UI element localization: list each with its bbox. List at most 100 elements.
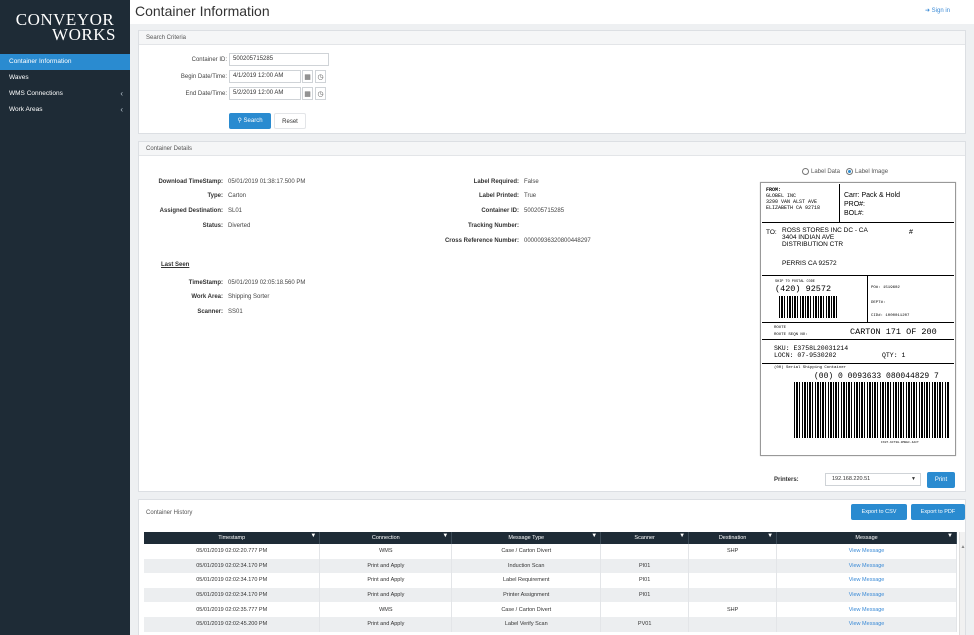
container-id-input[interactable]: 500205715285: [229, 53, 329, 66]
label-qty: QTY: 1: [882, 352, 906, 359]
cell-timestamp: 05/01/2019 02:02:34.170 PM: [144, 587, 321, 603]
export-pdf-button[interactable]: Export to PDF: [911, 504, 965, 520]
label-divider: [762, 363, 954, 364]
sidebar-item-container-information[interactable]: Container Information: [0, 54, 130, 70]
filter-icon[interactable]: ▼: [442, 533, 448, 539]
view-message-link[interactable]: View Message: [776, 602, 957, 617]
label-divider: [867, 275, 868, 322]
column-header-timestamp[interactable]: Timestamp ▼: [144, 532, 321, 544]
sign-in-label: Sign in: [931, 8, 950, 14]
begin-date-input[interactable]: 4/1/2019 12:00 AM: [229, 70, 301, 83]
cell-message-type: Label Verify Scan: [451, 616, 602, 632]
cell-connection: Print and Apply: [319, 573, 453, 588]
cell-destination: [688, 558, 778, 574]
filter-icon[interactable]: ▼: [947, 533, 953, 539]
cell-message-type: Label Requirement: [451, 573, 602, 588]
column-header-label: Message: [855, 535, 878, 541]
column-header-message[interactable]: Message ▼: [776, 532, 957, 544]
search-button[interactable]: ⚲ Search: [229, 113, 271, 129]
detail-row: Tracking Number:: [139, 222, 519, 230]
column-header-label: Timestamp: [218, 535, 246, 541]
sign-in-link[interactable]: ➜ Sign in: [925, 7, 950, 14]
conveyorworks-logo[interactable]: CONVEYOR WORKS: [0, 0, 130, 54]
detail-row: Cross Reference Number: 0000093632080044…: [139, 237, 591, 245]
label-data-radio[interactable]: Label Data: [802, 168, 840, 175]
filter-icon[interactable]: ▼: [767, 533, 773, 539]
label-image-radio[interactable]: Label Image: [846, 168, 888, 175]
sidebar-item-wms-connections[interactable]: WMS Connections ‹: [0, 86, 130, 102]
cell-destination: [688, 587, 778, 603]
search-criteria-header: Search Criteria: [139, 31, 965, 45]
label-divider: [762, 275, 954, 276]
sidebar-item-waves[interactable]: Waves: [0, 70, 130, 86]
column-header-label: Connection: [371, 535, 400, 541]
printers-label: Printers:: [774, 477, 799, 483]
filter-icon[interactable]: ▼: [679, 533, 685, 539]
radio-label: Label Image: [855, 168, 889, 175]
filter-icon[interactable]: ▼: [591, 533, 597, 539]
clock-icon[interactable]: ◷: [315, 70, 326, 83]
view-message-link[interactable]: View Message: [776, 616, 957, 632]
label-bol: BOL#:: [844, 210, 864, 217]
detail-value: 05/01/2019 02:05:18.560 PM: [228, 280, 306, 286]
table-scrollbar[interactable]: ▲: [959, 532, 965, 635]
end-date-label: End Date/Time:: [185, 91, 227, 97]
label-to-heading: TO:: [766, 229, 777, 236]
reset-button[interactable]: Reset: [274, 113, 306, 129]
column-header-label: Message Type: [508, 535, 545, 541]
label-from: FROM: GLOBEL INC 3290 VAN ALST AVE ELIZA…: [766, 187, 820, 211]
clock-icon[interactable]: ◷: [315, 87, 326, 100]
scroll-up-icon[interactable]: ▲: [960, 544, 966, 550]
begin-date-label: Begin Date/Time:: [180, 74, 227, 80]
label-city: PERRIS CA 92572: [782, 260, 837, 267]
print-button[interactable]: Print: [927, 472, 955, 488]
search-criteria-panel: Search Criteria Container ID: 5002057152…: [138, 30, 966, 134]
sscc-barcode: [794, 382, 950, 438]
label-fine-print: FX0T-6CT3H-9M0EC-4ACT: [881, 441, 919, 444]
sidebar-item-work-areas[interactable]: Work Areas ‹: [0, 102, 130, 118]
cell-connection: Print and Apply: [319, 558, 453, 574]
detail-value: Shipping Sorter: [228, 294, 270, 300]
column-header-scanner[interactable]: Scanner ▼: [600, 532, 690, 544]
detail-row: Label Required: False: [139, 178, 539, 186]
detail-key: Label Required:: [473, 179, 519, 185]
end-date-input[interactable]: 5/2/2019 12:00 AM: [229, 87, 301, 100]
detail-value: 00000936320800448297: [524, 238, 591, 244]
label-divider: [762, 339, 954, 340]
calendar-icon[interactable]: ▦: [302, 70, 313, 83]
label-carton-count: CARTON 171 OF 200: [850, 327, 937, 337]
cell-scanner: PI01: [600, 558, 690, 574]
logo-line2: WORKS: [52, 25, 116, 44]
filter-icon[interactable]: ▼: [310, 533, 316, 539]
sidebar-item-label: Container Information: [9, 58, 72, 65]
cell-destination: SHP: [688, 544, 778, 559]
view-message-link[interactable]: View Message: [776, 573, 957, 588]
cell-timestamp: 05/01/2019 02:02:35.777 PM: [144, 602, 321, 617]
container-details-header: Container Details: [139, 142, 965, 156]
detail-value: True: [524, 193, 537, 199]
cell-connection: Print and Apply: [319, 616, 453, 632]
label-route: ROUTE: [774, 326, 787, 330]
export-csv-button[interactable]: Export to CSV: [851, 504, 907, 520]
view-message-link[interactable]: View Message: [776, 558, 957, 574]
view-message-link[interactable]: View Message: [776, 587, 957, 603]
column-header-message-type[interactable]: Message Type ▼: [451, 532, 602, 544]
view-message-link[interactable]: View Message: [776, 544, 957, 559]
label-carrier-line: Carr: Pack & Hold: [844, 192, 901, 199]
column-header-destination[interactable]: Destination ▼: [688, 532, 778, 544]
last-seen-heading: Last Seen: [161, 262, 190, 268]
detail-value: 500205715285: [524, 208, 565, 214]
printer-select[interactable]: 192.168.220.51 ▼: [825, 473, 921, 486]
column-header-label: Scanner: [634, 535, 655, 541]
table-row: 05/01/2019 02:02:34.170 PM Print and App…: [144, 587, 957, 603]
column-header-connection[interactable]: Connection ▼: [319, 532, 453, 544]
search-button-label: Search: [243, 118, 263, 124]
calendar-icon[interactable]: ▦: [302, 87, 313, 100]
label-to-address: ROSS STORES INC DC - CA 3404 INDIAN AVE …: [782, 227, 952, 248]
label-to-line: 3404 INDIAN AVE: [782, 234, 835, 241]
column-header-label: Destination: [718, 535, 747, 541]
container-details-panel: Container Details Download TimeStamp: 05…: [138, 141, 966, 492]
label-pro: PRO#:: [844, 201, 866, 208]
radio-checked-icon: [846, 168, 854, 175]
label-to-line: DISTRIBUTION CTR: [782, 241, 844, 248]
